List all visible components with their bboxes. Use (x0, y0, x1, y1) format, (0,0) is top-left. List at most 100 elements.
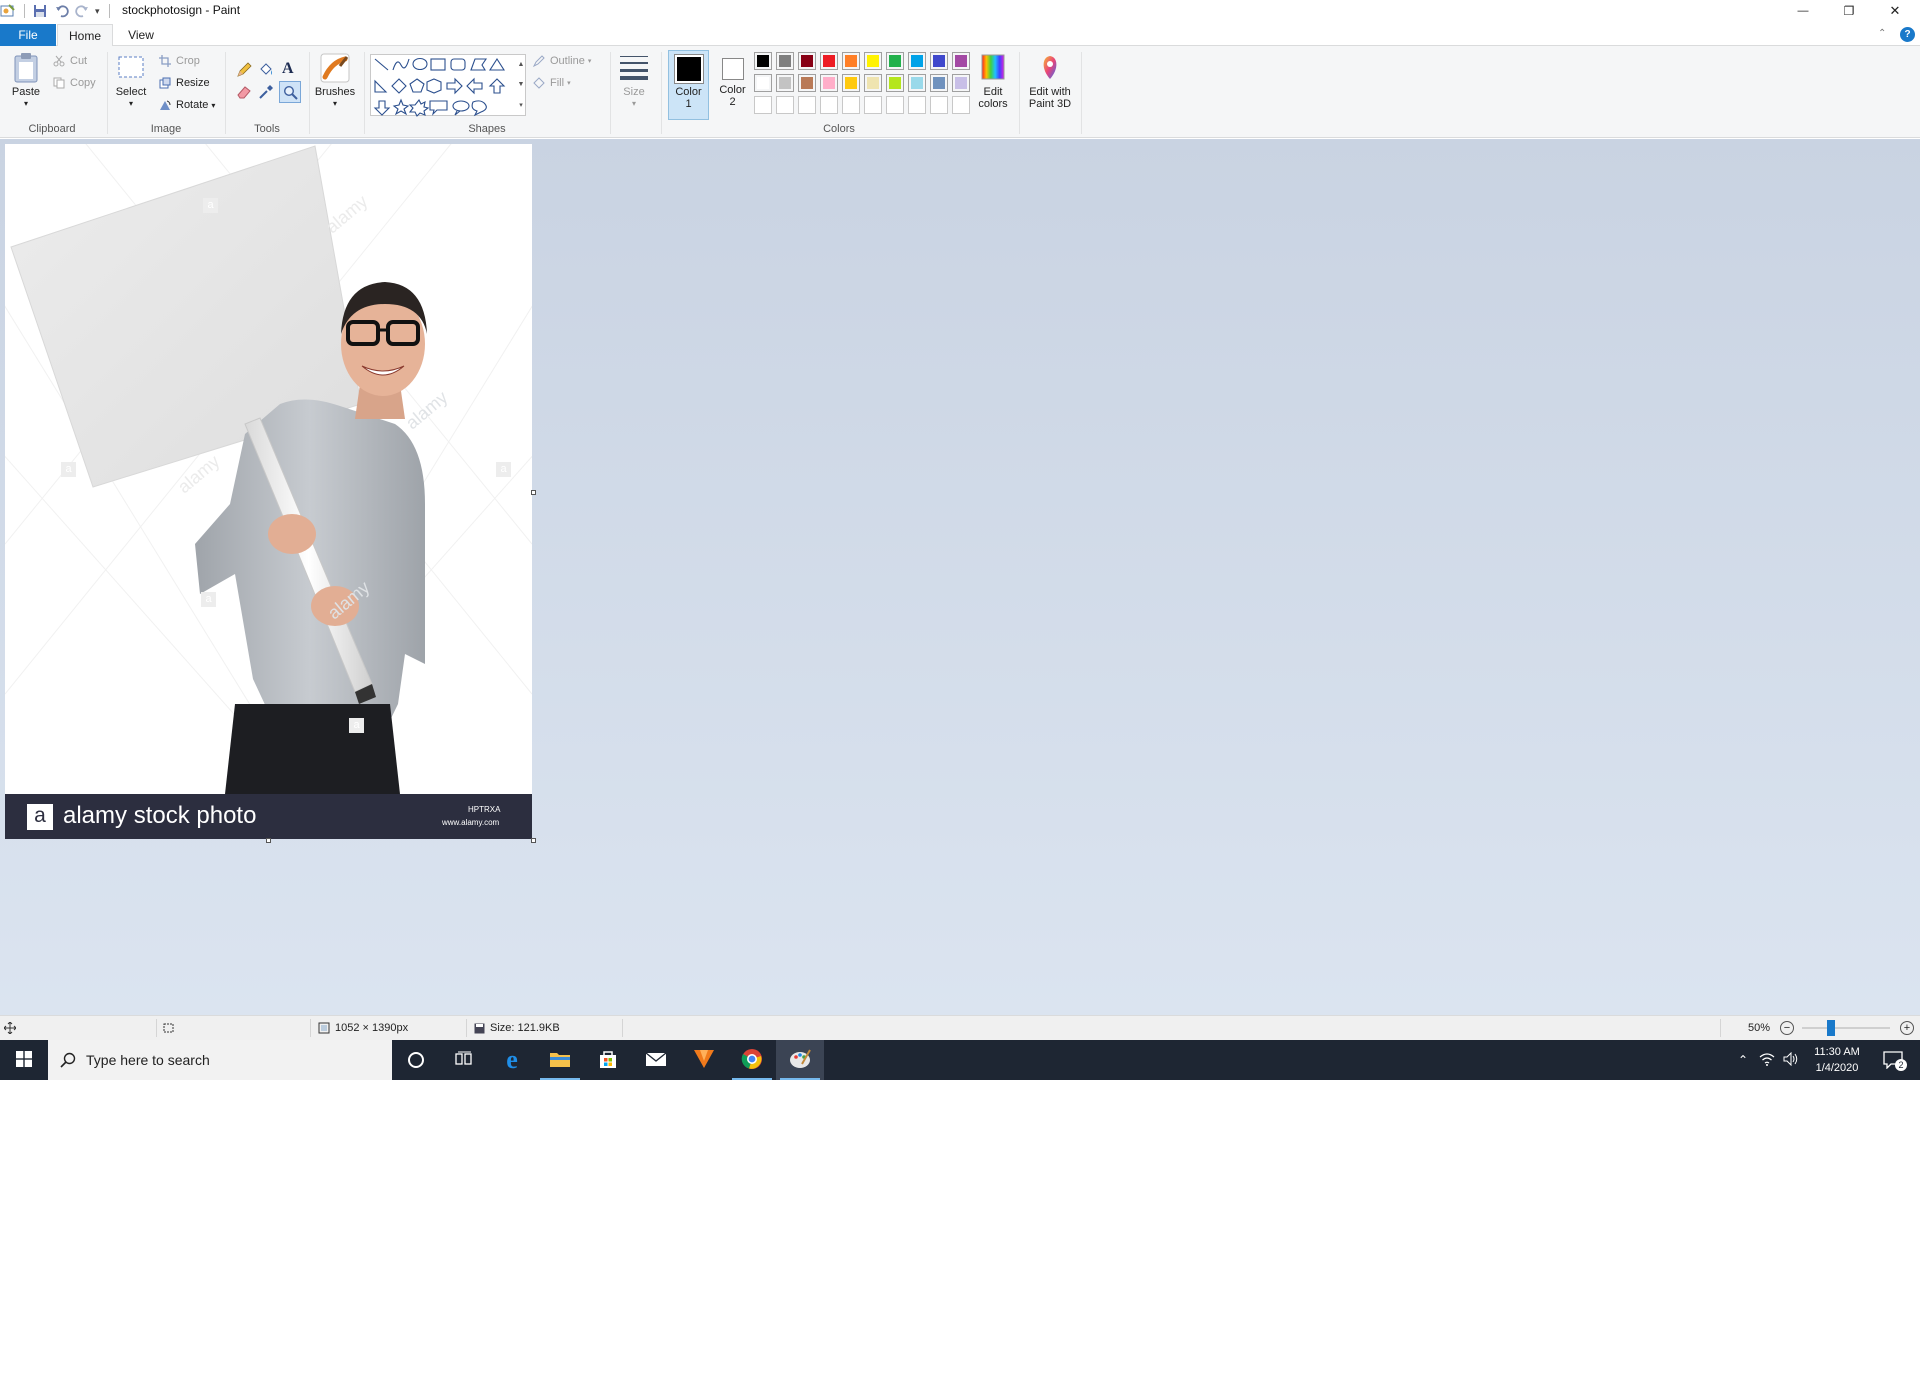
minimize-button[interactable]: — (1780, 0, 1826, 22)
palette-swatch[interactable] (886, 52, 904, 70)
cut-button[interactable]: Cut (52, 52, 87, 70)
shapes-gallery[interactable] (370, 54, 526, 117)
palette-swatch[interactable] (798, 96, 816, 114)
palette-swatch[interactable] (754, 52, 772, 70)
task-view-button[interactable] (440, 1040, 488, 1080)
taskbar-edge[interactable]: e (488, 1040, 536, 1080)
color1-button[interactable]: Color 1 (668, 50, 709, 120)
save-icon[interactable] (33, 4, 49, 18)
close-button[interactable]: ✕ (1872, 0, 1918, 22)
edit-with-paint3d-button[interactable]: Edit with Paint 3D (1024, 52, 1076, 110)
palette-swatch[interactable] (952, 96, 970, 114)
select-dropdown-icon[interactable]: ▾ (114, 98, 148, 110)
taskbar-file-explorer[interactable] (536, 1040, 584, 1080)
shapes-scroll[interactable]: ▲ ▼ ▾ (516, 54, 526, 116)
customize-qat-icon[interactable]: ▾ (95, 6, 107, 17)
start-button[interactable] (0, 1040, 48, 1080)
palette-swatch[interactable] (864, 52, 882, 70)
resize-icon (158, 76, 172, 90)
search-placeholder: Type here to search (86, 1052, 210, 1068)
taskbar-search-box[interactable]: Type here to search (48, 1040, 392, 1080)
taskbar-store[interactable] (584, 1040, 632, 1080)
palette-swatch[interactable] (820, 74, 838, 92)
palette-swatch[interactable] (842, 96, 860, 114)
palette-swatch[interactable] (776, 74, 794, 92)
taskbar-chrome[interactable] (728, 1040, 776, 1080)
size-button[interactable]: Size ▾ (614, 52, 654, 110)
pencil-icon[interactable] (236, 62, 252, 81)
palette-swatch[interactable] (952, 74, 970, 92)
outline-button[interactable]: Outline ▾ (532, 52, 591, 70)
color-picker-icon[interactable] (258, 84, 274, 103)
undo-icon[interactable] (55, 4, 75, 18)
palette-swatch[interactable] (842, 74, 860, 92)
eraser-icon[interactable] (236, 84, 252, 103)
redo-icon[interactable] (75, 4, 95, 18)
group-separator (225, 52, 226, 134)
palette-swatch[interactable] (754, 74, 772, 92)
palette-swatch[interactable] (820, 52, 838, 70)
palette-swatch[interactable] (886, 74, 904, 92)
select-button[interactable]: Select ▾ (114, 52, 148, 110)
palette-swatch[interactable] (754, 96, 772, 114)
paste-button[interactable]: Paste ▾ (8, 52, 44, 110)
edit-colors-button[interactable]: Edit colors (976, 52, 1010, 110)
scroll-up-icon[interactable]: ▲ (518, 61, 525, 68)
network-button[interactable] (1756, 1040, 1778, 1080)
paint-app-icon[interactable] (0, 3, 16, 19)
palette-swatch[interactable] (864, 74, 882, 92)
palette-swatch[interactable] (908, 52, 926, 70)
color2-button[interactable]: Color 2 (712, 50, 753, 120)
volume-button[interactable] (1780, 1040, 1802, 1080)
palette-swatch[interactable] (930, 52, 948, 70)
paste-dropdown-icon[interactable]: ▾ (8, 98, 44, 110)
text-tool-icon[interactable]: A (282, 60, 294, 78)
restore-button[interactable]: ❐ (1826, 0, 1872, 22)
palette-swatch[interactable] (842, 52, 860, 70)
palette-swatch[interactable] (930, 74, 948, 92)
brushes-dropdown-icon[interactable]: ▾ (313, 98, 357, 110)
palette-swatch[interactable] (930, 96, 948, 114)
palette-swatch[interactable] (908, 74, 926, 92)
action-center-button[interactable]: 2 (1872, 1040, 1914, 1080)
palette-swatch[interactable] (798, 74, 816, 92)
zoom-out-button[interactable]: − (1780, 1016, 1794, 1040)
fill-button[interactable]: Fill ▾ (532, 74, 571, 92)
palette-swatch-color (933, 55, 945, 67)
collapse-ribbon-icon[interactable]: ⌃ (1878, 28, 1886, 39)
crop-button[interactable]: Crop (158, 52, 200, 70)
drawing-canvas[interactable]: a a a a a alamy alamy alamy alamy a alam… (5, 144, 532, 839)
zoom-in-button[interactable]: + (1900, 1016, 1914, 1040)
palette-swatch[interactable] (776, 52, 794, 70)
palette-swatch[interactable] (886, 96, 904, 114)
fill-bucket-icon[interactable] (258, 62, 274, 81)
tab-home[interactable]: Home (57, 24, 113, 47)
palette-swatch[interactable] (820, 96, 838, 114)
zoom-slider-thumb[interactable] (1827, 1020, 1836, 1036)
scroll-down-icon[interactable]: ▼ (518, 81, 525, 88)
help-icon[interactable]: ? (1900, 27, 1915, 42)
palette-swatch[interactable] (798, 52, 816, 70)
rotate-button[interactable]: Rotate ▾ (158, 96, 215, 114)
palette-swatch[interactable] (864, 96, 882, 114)
palette-swatch[interactable] (908, 96, 926, 114)
taskbar-vpn-app[interactable] (680, 1040, 728, 1080)
copy-button[interactable]: Copy (52, 74, 96, 92)
palette-swatch[interactable] (776, 96, 794, 114)
canvas-resize-handle-bottom[interactable] (266, 838, 271, 843)
tab-file[interactable]: File (0, 24, 56, 46)
clock[interactable]: 11:30 AM 1/4/2020 (1804, 1040, 1870, 1080)
canvas-resize-handle-corner[interactable] (531, 838, 536, 843)
zoom-slider-track[interactable] (1802, 1027, 1890, 1029)
expand-gallery-icon[interactable]: ▾ (519, 101, 523, 109)
canvas-resize-handle-right[interactable] (531, 490, 536, 495)
tab-view[interactable]: View (116, 24, 166, 46)
cortana-button[interactable] (392, 1040, 440, 1080)
brushes-button[interactable]: Brushes ▾ (313, 52, 357, 110)
magnifier-button[interactable] (279, 81, 301, 103)
show-hidden-icons-button[interactable]: ⌃ (1732, 1040, 1754, 1080)
resize-button[interactable]: Resize (158, 74, 210, 92)
taskbar-paint[interactable] (776, 1040, 824, 1080)
taskbar-mail[interactable] (632, 1040, 680, 1080)
palette-swatch[interactable] (952, 52, 970, 70)
